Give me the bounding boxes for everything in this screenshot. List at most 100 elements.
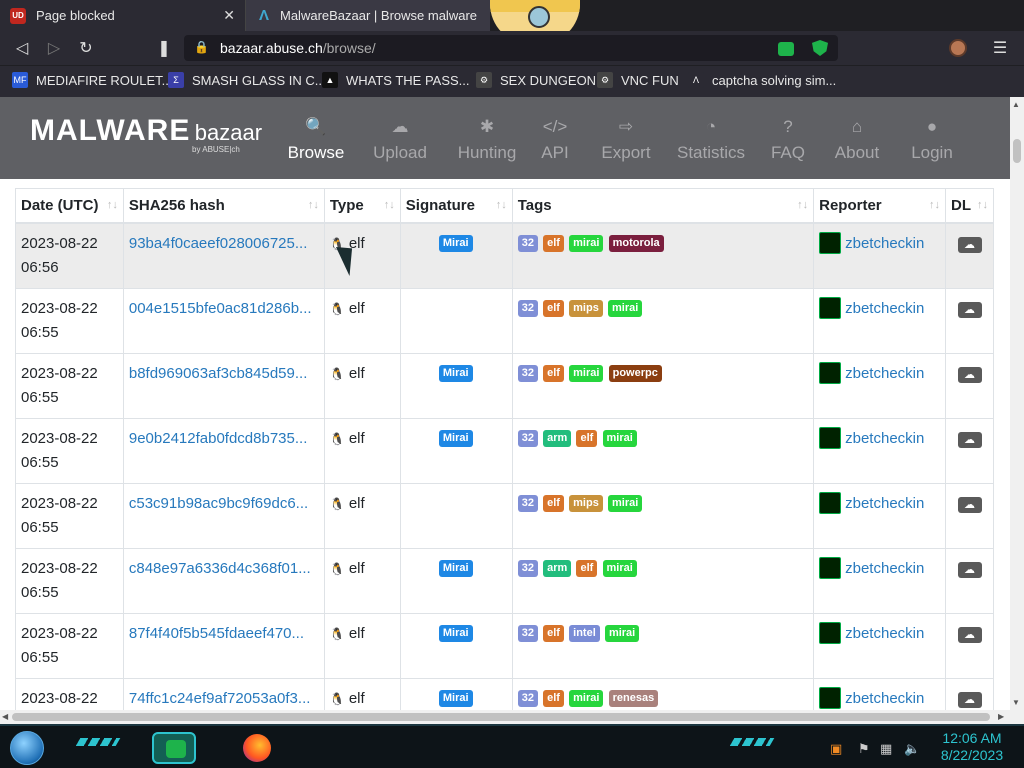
tag-badge[interactable]: 32 (517, 560, 538, 578)
sha256-link[interactable]: c848e97a6336d4c368f01... (129, 557, 319, 581)
taskbar-app-notes[interactable] (152, 732, 196, 764)
sort-icon[interactable]: ↑↓ (107, 199, 118, 211)
tag-badge[interactable]: 32 (517, 300, 538, 318)
tag-badge[interactable]: motorola (608, 235, 664, 253)
reporter-link[interactable]: zbetcheckin (845, 690, 924, 707)
menu-item-faq[interactable]: ? FAQ (748, 117, 828, 163)
download-icon[interactable]: ☁ (957, 496, 982, 513)
reporter-link[interactable]: zbetcheckin (845, 365, 924, 382)
menu-item-export[interactable]: ⇨ Export (586, 117, 666, 163)
sort-icon[interactable]: ↑↓ (308, 199, 319, 211)
tag-badge[interactable]: 32 (517, 235, 538, 253)
sha256-link[interactable]: c53c91b98ac9bc9f69dc6... (129, 492, 319, 516)
table-row[interactable]: 2023-08-22 06:56 93ba4f0caeef028006725... 🐧… (15, 222, 994, 289)
tag-badge[interactable]: 32 (517, 365, 538, 383)
tag-badge[interactable]: arm (543, 430, 572, 448)
menu-icon[interactable]: ☰ (990, 38, 1010, 58)
tag-badge[interactable]: powerpc (608, 365, 662, 383)
download-icon[interactable]: ☁ (957, 431, 982, 448)
sort-icon[interactable]: ↑↓ (797, 199, 808, 211)
table-row[interactable]: 2023-08-22 06:55 b8fd969063af3cb845d59... 🐧… (15, 352, 994, 419)
reporter-link[interactable]: zbetcheckin (845, 300, 924, 317)
tag-badge[interactable]: 32 (517, 495, 538, 513)
bookmark-item[interactable]: Λcaptcha solving sim... (688, 72, 836, 88)
network-icon[interactable]: ▦ (880, 741, 892, 757)
column-header[interactable]: Signature ↑↓ (399, 188, 513, 224)
sort-icon[interactable]: ↑↓ (384, 199, 395, 211)
table-row[interactable]: 2023-08-2206:5574ffc1c24ef9af72053a0f3..… (15, 677, 994, 711)
tag-badge[interactable]: elf (543, 625, 564, 643)
menu-item-browse[interactable]: 🔍 Browse (276, 117, 356, 163)
sha256-link[interactable]: 9e0b2412fab0fdcd8b735... (129, 427, 319, 451)
reporter-link[interactable]: zbetcheckin (845, 430, 924, 447)
tag-badge[interactable]: elf (576, 560, 598, 578)
column-header[interactable]: Reporter ↑↓ (813, 188, 947, 224)
tab-page-blocked[interactable]: UD Page blocked ✕ (0, 0, 245, 31)
menu-item-upload[interactable]: ☁ Upload (360, 117, 440, 163)
sha256-link[interactable]: 74ffc1c24ef9af72053a0f3... (129, 687, 319, 711)
bookmark-item[interactable]: MF MEDIAFIRE ROULET... (12, 72, 173, 88)
signature-badge[interactable]: Mirai (438, 235, 473, 253)
site-logo[interactable]: MALWARE bazaar (30, 114, 262, 148)
tag-badge[interactable]: mips (569, 300, 603, 318)
table-row[interactable]: 2023-08-22 06:55 c848e97a6336d4c368f01... 🐧… (15, 547, 994, 614)
column-header[interactable]: Type ↑↓ (323, 188, 401, 224)
tag-badge[interactable]: 32 (517, 690, 538, 708)
shield-icon[interactable] (812, 40, 828, 56)
tag-badge[interactable]: elf (543, 365, 564, 383)
signature-badge[interactable]: Mirai (438, 560, 473, 578)
tag-badge[interactable]: 32 (517, 430, 538, 448)
reload-icon[interactable]: ↻ (76, 38, 96, 58)
scrollbar-thumb[interactable] (12, 713, 990, 721)
signature-badge[interactable]: Mirai (438, 430, 473, 448)
horizontal-scrollbar[interactable]: ◀ ▶ (0, 710, 1024, 724)
tag-badge[interactable]: elf (576, 430, 598, 448)
tag-badge[interactable]: mirai (608, 495, 643, 513)
tab-malwarebazaar[interactable]: Λ MalwareBazaar | Browse malware s (245, 0, 490, 31)
reporter-link[interactable]: zbetcheckin (845, 495, 924, 512)
tag-badge[interactable]: mirai (604, 625, 640, 643)
download-icon[interactable]: ☁ (957, 561, 982, 578)
download-icon[interactable]: ☁ (957, 236, 982, 253)
download-icon[interactable]: ☁ (957, 366, 982, 383)
table-row[interactable]: 2023-08-22 06:55 c53c91b98ac9bc9f69dc6... 🐧… (15, 482, 994, 549)
tag-badge[interactable]: renesas (608, 690, 659, 708)
column-header[interactable]: SHA256 hash ↑↓ (122, 188, 325, 224)
flag-icon[interactable]: ⚑ (858, 741, 870, 757)
bookmark-icon[interactable]: ❚ (154, 38, 174, 58)
scrollbar-thumb[interactable] (1013, 139, 1021, 163)
sha256-link[interactable]: 004e1515bfe0ac81d286b... (129, 297, 319, 321)
volume-icon[interactable]: 🔈 (904, 741, 920, 757)
bookmark-item[interactable]: ⚙ VNC FUN (597, 72, 679, 88)
tag-badge[interactable]: mirai (569, 365, 604, 383)
tag-badge[interactable]: mips (569, 495, 603, 513)
menu-item-api[interactable]: </> API (515, 117, 595, 163)
tag-badge[interactable]: elf (543, 690, 564, 708)
sort-icon[interactable]: ↑↓ (977, 199, 988, 211)
download-icon[interactable]: ☁ (957, 691, 982, 708)
tag-badge[interactable]: mirai (602, 430, 637, 448)
avatar[interactable] (949, 39, 967, 57)
bookmark-item[interactable]: Σ SMASH GLASS IN C... (168, 72, 326, 88)
menu-item-login[interactable]: ● Login (892, 117, 972, 163)
signature-badge[interactable]: Mirai (438, 690, 473, 708)
firefox-icon[interactable] (243, 734, 271, 762)
reporter-link[interactable]: zbetcheckin (845, 625, 924, 642)
download-icon[interactable]: ☁ (957, 626, 982, 643)
column-header[interactable]: Tags ↑↓ (511, 188, 815, 224)
signature-badge[interactable]: Mirai (438, 625, 473, 643)
tray-app-icon[interactable]: ▣ (830, 741, 842, 757)
bookmark-item[interactable]: ▲ WHATS THE PASS... (322, 72, 470, 88)
column-header[interactable]: DL ↑↓ (945, 188, 994, 224)
sha256-link[interactable]: 93ba4f0caeef028006725... (129, 232, 319, 256)
sha256-link[interactable]: b8fd969063af3cb845d59... (129, 362, 319, 386)
sha256-link[interactable]: 87f4f40f5b545fdaeef470... (129, 622, 319, 646)
column-header[interactable]: Date (UTC) ↑↓ (15, 188, 124, 224)
tag-badge[interactable]: mirai (602, 560, 637, 578)
close-icon[interactable]: ✕ (223, 7, 235, 24)
forward-icon[interactable]: ▷ (44, 38, 64, 58)
tag-badge[interactable]: mirai (608, 300, 643, 318)
tag-badge[interactable]: elf (543, 495, 564, 513)
table-row[interactable]: 2023-08-22 06:55 004e1515bfe0ac81d286b... 🐧… (15, 287, 994, 354)
table-row[interactable]: 2023-08-22 06:55 9e0b2412fab0fdcd8b735... 🐧… (15, 417, 994, 484)
